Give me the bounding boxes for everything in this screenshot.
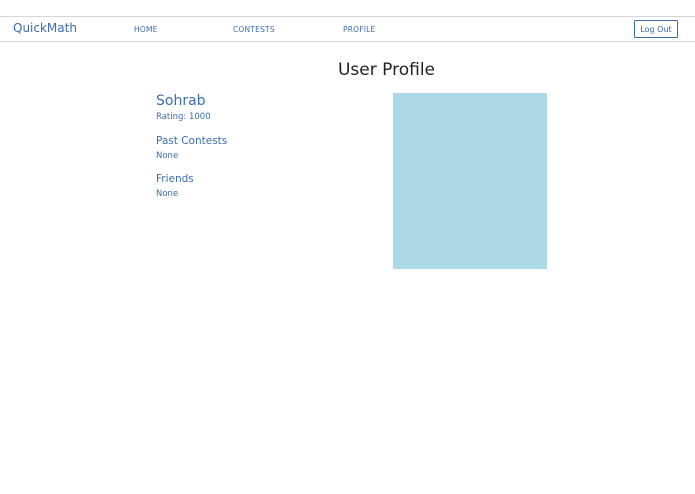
user-name: Sohrab <box>156 93 206 109</box>
user-rating: Rating: 1000 <box>156 112 211 122</box>
nav-link-contests[interactable]: CONTESTS <box>233 25 275 34</box>
rating-label: Rating: <box>156 112 187 122</box>
profile-picture-placeholder <box>393 93 547 269</box>
nav-link-home[interactable]: HOME <box>134 25 158 34</box>
brand-link[interactable]: QuickMath <box>13 21 77 35</box>
rating-value: 1000 <box>188 112 211 122</box>
page-title: User Profile <box>337 60 435 80</box>
logout-button[interactable]: Log Out <box>634 20 678 38</box>
friends-heading: Friends <box>156 173 194 185</box>
nav-link-profile[interactable]: PROFILE <box>343 25 375 34</box>
friends-value: None <box>156 189 179 199</box>
page: QuickMath HOME CONTESTS PROFILE Log Out … <box>0 0 695 494</box>
past-contests-heading: Past Contests <box>156 135 228 147</box>
navbar: QuickMath HOME CONTESTS PROFILE Log Out <box>0 16 695 42</box>
past-contests-value: None <box>156 151 179 161</box>
